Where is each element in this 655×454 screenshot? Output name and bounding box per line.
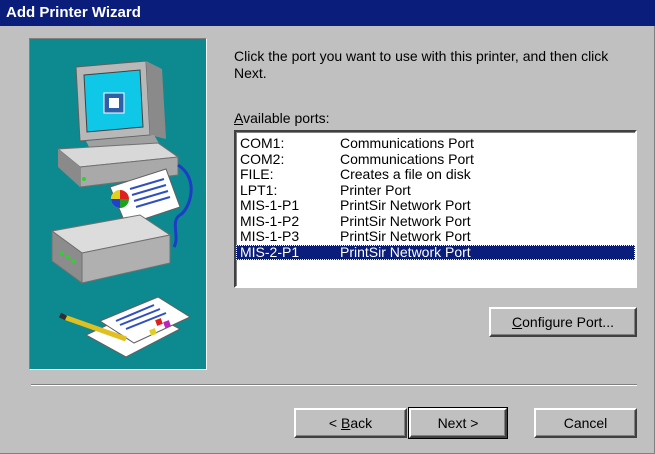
available-ports-label: Available ports: — [234, 110, 330, 126]
instruction-text: Click the port you want to use with this… — [234, 48, 609, 81]
port-description: Creates a file on disk — [340, 166, 471, 182]
port-list-item[interactable]: MIS-1-P3 PrintSir Network Port — [236, 229, 635, 245]
printer-icon — [50, 168, 181, 284]
port-name: MIS-1-P1 — [240, 197, 300, 213]
port-name: LPT1: — [240, 181, 278, 198]
title-bar[interactable]: Add Printer Wizard — [0, 0, 655, 26]
window-title: Add Printer Wizard — [6, 4, 141, 21]
port-name: COM2: — [240, 150, 285, 167]
cancel-button[interactable]: Cancel — [534, 408, 637, 438]
port-description: PrintSir Network Port — [340, 197, 471, 213]
port-name: FILE: — [240, 166, 274, 182]
port-list-item[interactable]: MIS-1-P1 PrintSir Network Port — [236, 198, 635, 214]
port-list-item[interactable]: FILE: Creates a file on disk — [236, 167, 635, 183]
port-description: Printer Port — [340, 181, 411, 198]
port-description: Communications Port — [340, 135, 474, 151]
port-name: COM1: — [240, 135, 285, 151]
back-button[interactable]: < Back — [294, 408, 407, 438]
port-list-item[interactable]: COM2: Communications Port — [236, 150, 635, 168]
port-list-item[interactable]: MIS-1-P2 PrintSir Network Port — [236, 212, 635, 230]
divider — [31, 384, 637, 386]
port-list-item[interactable]: MIS-2-P1 PrintSir Network Port — [236, 243, 635, 260]
port-description: PrintSir Network Port — [340, 228, 471, 244]
port-list-item[interactable]: COM1: Communications Port — [236, 136, 635, 152]
port-name: MIS-2-P1 — [240, 243, 300, 260]
port-name: MIS-1-P2 — [240, 212, 300, 229]
port-description: Communications Port — [340, 150, 474, 167]
wizard-illustration — [29, 38, 207, 370]
ports-listbox[interactable]: COM1: Communications Port COM2: Communicati… — [234, 130, 637, 288]
documents-icon — [58, 296, 192, 358]
next-button[interactable]: Next > — [408, 407, 508, 439]
port-name: MIS-1-P3 — [240, 228, 300, 244]
port-list-item[interactable]: LPT1: Printer Port — [236, 181, 635, 199]
port-description: PrintSir Network Port — [340, 243, 471, 260]
configure-port-button[interactable]: Configure Port... — [489, 307, 637, 337]
port-description: PrintSir Network Port — [340, 212, 471, 229]
add-printer-wizard-window: Add Printer Wizard Click the port you wa… — [0, 0, 655, 454]
